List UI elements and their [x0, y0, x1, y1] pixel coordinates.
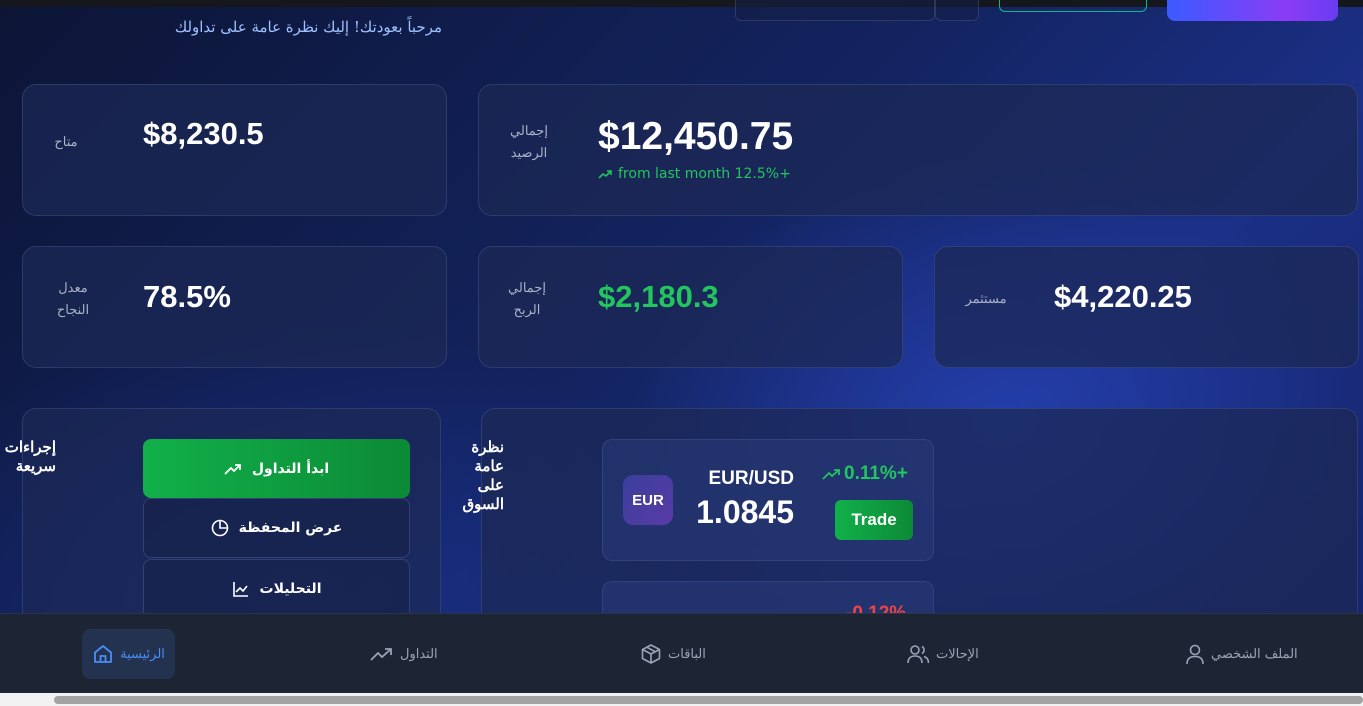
pair-change: 0.11%+ [822, 463, 908, 485]
view-portfolio-label: عرض المحفظة [238, 520, 343, 536]
available-label: متاح [54, 135, 78, 150]
users-icon [907, 645, 930, 664]
trend-up-icon [224, 463, 241, 475]
trade-button[interactable]: Trade [835, 500, 913, 540]
trend-up-icon [822, 469, 840, 480]
trend-up-icon [370, 648, 392, 661]
success-rate-label: معدل النجاح [56, 281, 90, 318]
view-portfolio-button[interactable]: عرض المحفظة [143, 498, 410, 558]
pair-price: 1.0845 [696, 494, 794, 530]
nav-item-label: الإحالات [936, 646, 979, 662]
header-icon-button[interactable] [935, 0, 979, 21]
available-value: $8,230.5 [143, 116, 264, 151]
nav-item-label: الملف الشخصي [1211, 646, 1298, 662]
top-strip [0, 0, 1363, 7]
trend-up-icon [598, 170, 612, 179]
quick-actions-title: إجراءات سريعة [4, 438, 56, 475]
nav-item-label: الرئيسية [120, 646, 165, 662]
line-chart-icon [232, 582, 248, 597]
balance-growth-text: from last month 12.5%+ [618, 166, 791, 182]
pie-chart-icon [211, 519, 228, 537]
start-trading-button[interactable]: ابدأ التداول [143, 439, 410, 498]
nav-item-home[interactable]: الرئيسية [82, 629, 175, 679]
nav-item-trading[interactable]: التداول [370, 629, 438, 679]
nav-item-packages[interactable]: الباقات [640, 629, 706, 679]
analytics-label: التحليلات [259, 581, 322, 597]
header-select[interactable] [735, 0, 935, 21]
success-rate-value: 78.5% [143, 279, 231, 314]
bottom-navigation: الرئيسية التداول الباقات الإحالات الملف … [0, 613, 1363, 693]
total-balance-label: إجمالي الرصيد [510, 124, 548, 161]
total-balance-value: $12,450.75 [598, 115, 794, 158]
total-profit-label: إجمالي الربح [508, 281, 546, 318]
pair-change-text: 0.11%+ [844, 463, 908, 484]
header-outline-button[interactable] [999, 0, 1147, 12]
welcome-subtitle: مرحباً بعودتك! إليك نظرة عامة على تداولك [174, 18, 442, 36]
nav-item-label: التداول [400, 646, 438, 662]
total-profit-value: $2,180.3 [598, 279, 719, 314]
market-overview-title: نظرة عامة على السوق [462, 438, 504, 513]
nav-item-label: الباقات [668, 646, 706, 662]
user-icon [1186, 644, 1204, 665]
balance-growth: from last month 12.5%+ [598, 166, 791, 182]
nav-item-referrals[interactable]: الإحالات [906, 629, 979, 679]
package-icon [641, 644, 661, 664]
pair-name: EUR/USD [708, 468, 794, 489]
home-icon [94, 645, 113, 663]
start-trading-label: ابدأ التداول [251, 460, 330, 477]
invested-label: مستثمر [965, 292, 1007, 307]
scrollbar-thumb[interactable] [54, 696, 1363, 704]
header-primary-button[interactable] [1167, 0, 1338, 21]
nav-item-profile[interactable]: الملف الشخصي [1185, 629, 1298, 679]
analytics-button[interactable]: التحليلات [143, 559, 410, 619]
invested-value: $4,220.25 [1054, 279, 1192, 314]
